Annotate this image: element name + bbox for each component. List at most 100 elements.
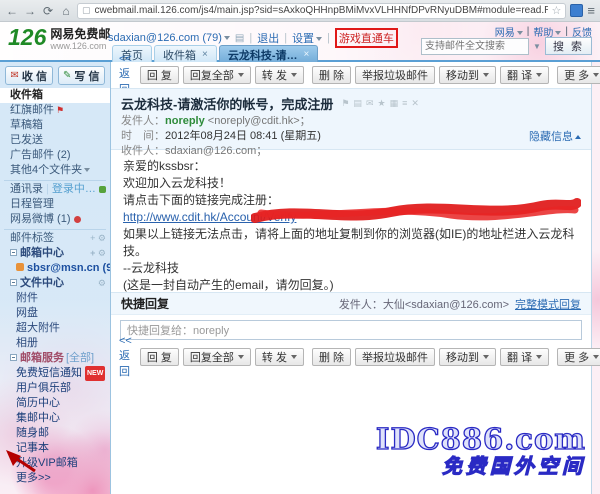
sidebar-item-mail-tags[interactable]: 邮件标签+ ⚙ [0, 231, 110, 246]
chevron-down-icon [238, 355, 244, 359]
report-spam-button[interactable]: 举报垃圾邮件 [355, 66, 435, 84]
account-dropdown[interactable]: sdaxian@126.com (79) [108, 32, 230, 44]
translate-button[interactable]: 翻 译 [500, 66, 549, 84]
tab-message-active[interactable]: 云龙科技-请…× [219, 45, 319, 62]
collapse-icon[interactable] [10, 249, 17, 256]
sidebar-item-resume-center[interactable]: 简历中心 [0, 396, 110, 411]
flag-icon[interactable]: ⚑ [341, 98, 349, 109]
verify-link[interactable]: http://www.cdit.hk/Account/Verify [123, 210, 296, 224]
sidebar-section-file-center[interactable]: 文件中心⚙ [0, 276, 110, 291]
collapse-icon[interactable] [10, 354, 17, 361]
quick-reply-input[interactable] [120, 320, 582, 340]
gear-icon[interactable]: ⚙ [98, 248, 106, 258]
sidebar-section-mail-center[interactable]: 邮箱中心+ ⚙ [0, 246, 110, 261]
more-button[interactable]: 更 多 [557, 66, 600, 84]
more-button[interactable]: 更 多 [557, 348, 600, 366]
sidebar-item-mobile-mail[interactable]: 随身邮 [0, 426, 110, 441]
services-all-link[interactable]: [全部] [66, 352, 94, 364]
sidebar-item-large-attachments[interactable]: 超大附件 [0, 321, 110, 336]
forward-button[interactable]: 转 发 [255, 66, 304, 84]
move-to-button[interactable]: 移动到 [439, 66, 496, 84]
grid-icon[interactable]: ▦ [390, 98, 399, 109]
plus-icon[interactable]: + [90, 233, 95, 243]
tab-inbox[interactable]: 收件箱× [154, 45, 217, 62]
bookmark-star-icon[interactable]: ☆ [552, 4, 562, 17]
main-panel: <<返回 回 复 回复全部 转 发 删 除 举报垃圾邮件 移动到 翻 译 更 多… [110, 62, 592, 494]
sidebar-item-album[interactable]: 相册 [0, 336, 110, 351]
sidebar-item-vip-upgrade[interactable]: 升级VIP邮箱 [0, 456, 110, 471]
reply-button[interactable]: 回 复 [140, 66, 179, 84]
hide-info-link[interactable]: 隐藏信息 [529, 128, 581, 144]
translate-button[interactable]: 翻 译 [500, 348, 549, 366]
chevron-down-icon [593, 355, 599, 359]
reply-button[interactable]: 回 复 [140, 348, 179, 366]
sidebar-item-inbox[interactable]: 收件箱 [0, 88, 110, 103]
full-mode-reply-link[interactable]: 完整模式回复 [515, 296, 581, 312]
logout-link[interactable]: 退出 [257, 30, 279, 46]
mail-icon[interactable]: ✉ [366, 98, 374, 109]
close-icon[interactable]: × [304, 49, 310, 60]
sidebar-item-flagged[interactable]: 红旗邮件⚑ [0, 103, 110, 118]
report-spam-button[interactable]: 举报垃圾邮件 [355, 348, 435, 366]
body-greeting: 亲爱的kssbsr： [123, 158, 579, 175]
chevron-down-icon [84, 168, 90, 172]
collapse-icon[interactable] [10, 279, 17, 286]
address-bar[interactable]: ▢ cwebmail.mail.126.com/js4/main.jsp?sid… [77, 3, 566, 19]
list-icon[interactable]: ≡ [402, 98, 407, 109]
sidebar-item-notepad[interactable]: 记事本 [0, 441, 110, 456]
sidebar-item-sub-account[interactable]: sbsr@msn.cn (9) [0, 261, 110, 276]
compose-mail-button[interactable]: ✎写 信 [58, 66, 106, 85]
search-input[interactable] [421, 38, 529, 55]
divider: | [284, 32, 287, 44]
tab-home[interactable]: 首页 [112, 45, 152, 62]
sidebar-item-attachments[interactable]: 附件 [0, 291, 110, 306]
subject-action-icons: ⚑ ▤ ✉ ★ ▦ ≡ ✕ [341, 98, 419, 109]
receive-mail-button[interactable]: ✉收 信 [5, 66, 53, 85]
clipboard-icon[interactable]: ▤ [235, 33, 244, 44]
sidebar-item-schedule[interactable]: 日程管理 [0, 197, 110, 212]
sidebar-item-contacts[interactable]: 通讯录|登录中… [0, 182, 110, 197]
search-options-arrow[interactable]: ▼ [533, 42, 541, 51]
sidebar-item-sent[interactable]: 已发送 [0, 133, 110, 148]
sidebar-item-netdisk[interactable]: 网盘 [0, 306, 110, 321]
logo-126[interactable]: 126 网易免费邮 www.126.com [8, 25, 110, 51]
back-link[interactable]: <<返回 [119, 335, 132, 379]
sidebar-item-user-club[interactable]: 用户俱乐部 [0, 381, 110, 396]
browser-home-icon[interactable]: ⌂ [59, 4, 73, 18]
reply-all-button[interactable]: 回复全部 [183, 66, 251, 84]
sidebar-section-services[interactable]: 邮箱服务[全部] [0, 351, 110, 366]
browser-refresh-icon[interactable]: ⟳ [41, 4, 55, 18]
sidebar-item-more[interactable]: 更多>> [0, 471, 110, 486]
delete-button[interactable]: 删 除 [312, 348, 351, 366]
extension-icon[interactable] [570, 4, 583, 17]
settings-dropdown[interactable]: 设置 [292, 30, 322, 46]
body-auto-note: (这是一封自动产生的email，请勿回复。) [123, 277, 579, 294]
gear-icon[interactable]: ⚙ [98, 278, 106, 288]
move-to-button[interactable]: 移动到 [439, 348, 496, 366]
tag-icon[interactable]: ▤ [353, 98, 362, 109]
reply-all-button[interactable]: 回复全部 [183, 348, 251, 366]
close-icon[interactable]: ✕ [411, 98, 419, 109]
forward-button[interactable]: 转 发 [255, 348, 304, 366]
sidebar-item-weibo[interactable]: 网易微博 (1) [0, 212, 110, 227]
weibo-badge-icon [74, 216, 81, 223]
browser-forward-icon[interactable]: → [23, 4, 37, 18]
close-icon[interactable]: × [202, 49, 208, 60]
sidebar-item-stamp-center[interactable]: 集邮中心 [0, 411, 110, 426]
url-text[interactable]: cwebmail.mail.126.com/js4/main.jsp?sid=s… [95, 5, 548, 16]
sidebar-item-ads[interactable]: 广告邮件 (2) [0, 148, 110, 163]
browser-back-icon[interactable]: ← [5, 4, 19, 18]
delete-button[interactable]: 删 除 [312, 66, 351, 84]
sidebar-item-drafts[interactable]: 草稿箱 [0, 118, 110, 133]
browser-menu-icon[interactable]: ≡ [587, 3, 595, 18]
logo-number: 126 [8, 25, 46, 49]
sidebar-item-sms-notify[interactable]: 免费短信通知NEW [0, 366, 110, 381]
plus-icon[interactable]: + [90, 248, 95, 258]
game-express-link[interactable]: 游戏直通车 [335, 28, 398, 48]
sidebar-item-other-folders[interactable]: 其他4个文件夹 [0, 163, 110, 178]
gear-icon[interactable]: ⚙ [98, 233, 106, 243]
from-name[interactable]: noreply [165, 115, 205, 127]
star-icon[interactable]: ★ [377, 98, 385, 109]
body-signature: --云龙科技 [123, 260, 579, 277]
search-button[interactable]: 搜 索 [545, 37, 592, 55]
